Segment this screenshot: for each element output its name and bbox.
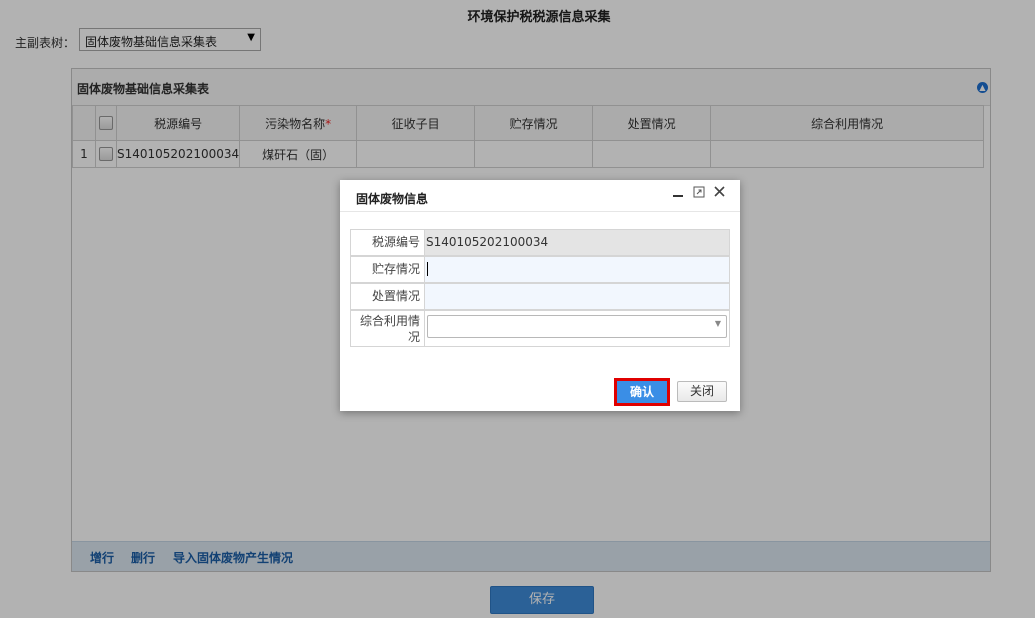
minimize-icon[interactable] (672, 186, 684, 202)
storage-label: 贮存情况 (350, 256, 425, 283)
disposal-input[interactable] (425, 283, 730, 310)
utilization-label-line2: 况 (407, 330, 420, 344)
close-button[interactable]: 关闭 (677, 381, 727, 402)
maximize-icon[interactable] (693, 186, 705, 202)
form-row-source-id: 税源编号 S140105202100034 (350, 229, 730, 256)
form-row-disposal: 处置情况 (350, 283, 730, 310)
confirm-highlight: 确认 (614, 378, 670, 406)
chevron-down-icon: ▼ (714, 319, 721, 328)
form-row-utilization: 综合利用情 况 ▼ (350, 310, 730, 347)
close-icon[interactable] (713, 185, 726, 202)
utilization-select[interactable]: ▼ (427, 315, 727, 338)
confirm-button[interactable]: 确认 (617, 381, 667, 403)
form-row-storage: 贮存情况 (350, 256, 730, 283)
disposal-label: 处置情况 (350, 283, 425, 310)
text-cursor (427, 262, 428, 276)
dialog-divider (340, 211, 740, 212)
utilization-label: 综合利用情 况 (350, 310, 425, 347)
source-id-label: 税源编号 (350, 229, 425, 256)
utilization-cell: ▼ (425, 310, 730, 347)
dialog-title: 固体废物信息 (356, 192, 429, 206)
storage-input[interactable] (425, 256, 730, 283)
solid-waste-dialog: 固体废物信息 税源编号 S140105202100034 贮存情况 处置情况 综… (340, 180, 740, 411)
source-id-field: S140105202100034 (425, 229, 730, 256)
utilization-label-line1: 综合利用情 (359, 314, 420, 328)
